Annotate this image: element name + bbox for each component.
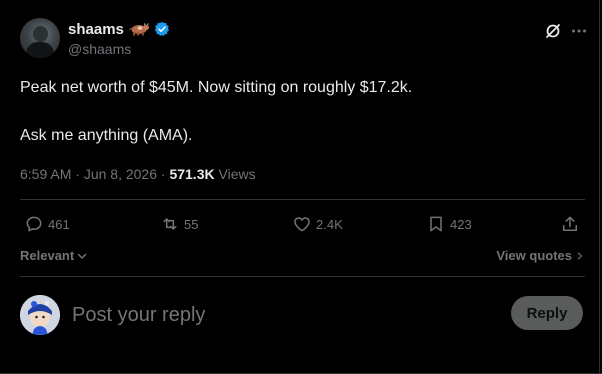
grok-icon[interactable] [544,22,562,40]
view-quotes-link[interactable]: View quotes [496,248,584,263]
repost-icon [163,218,177,230]
views-label: Views [218,166,256,182]
repost-count: 55 [184,216,199,232]
heart-icon [294,217,310,232]
reply-action[interactable]: 461 [24,212,70,236]
more-options-icon[interactable] [570,22,588,40]
right-border [599,0,600,374]
views-count: 571.3K [169,166,215,182]
chevron-down-icon [78,253,87,259]
reply-input[interactable] [70,303,374,328]
action-bar: 461 55 2.4K 423 [20,212,585,236]
tweet-date[interactable]: Jun 8, 2026 [84,166,157,182]
tweet-meta: 6:59 AM · Jun 8, 2026 · 571.3K Views [20,166,256,182]
verified-badge-icon [154,21,170,37]
tweet-time[interactable]: 6:59 AM [20,166,71,182]
bookmark-icon [430,216,442,232]
share-action[interactable] [560,212,580,236]
view-quotes-label: View quotes [496,248,572,263]
divider [20,276,585,277]
reply-count: 461 [48,216,70,232]
chevron-right-icon [577,252,583,259]
tweet-line: Peak net worth of $45M. Now sitting on r… [20,79,413,96]
tweet-header: shaams @shaams [20,16,590,60]
sort-dropdown[interactable]: Relevant [20,248,88,263]
bookmark-action[interactable]: 423 [426,212,472,236]
author-name-row: shaams [68,20,170,38]
meta-separator: · [160,166,166,182]
sort-label: Relevant [20,248,75,263]
repost-action[interactable]: 55 [160,212,198,236]
meta-separator: · [75,166,80,182]
share-icon [563,216,577,231]
tweet-line: Ask me anything (AMA). [20,127,193,144]
tweet-text: Peak net worth of $45M. Now sitting on r… [20,78,580,146]
like-action[interactable]: 2.4K [292,212,343,236]
author-avatar[interactable] [20,18,60,58]
reply-composer: Reply [20,293,585,337]
user-avatar[interactable] [20,295,60,335]
bookmark-count: 423 [450,216,472,232]
reply-icon [26,216,42,232]
cow-icon [128,22,150,36]
like-count: 2.4K [316,216,343,232]
divider [20,199,585,200]
author-display-name[interactable]: shaams [68,21,124,38]
author-handle[interactable]: @shaams [68,41,131,57]
reply-button[interactable]: Reply [511,296,583,330]
